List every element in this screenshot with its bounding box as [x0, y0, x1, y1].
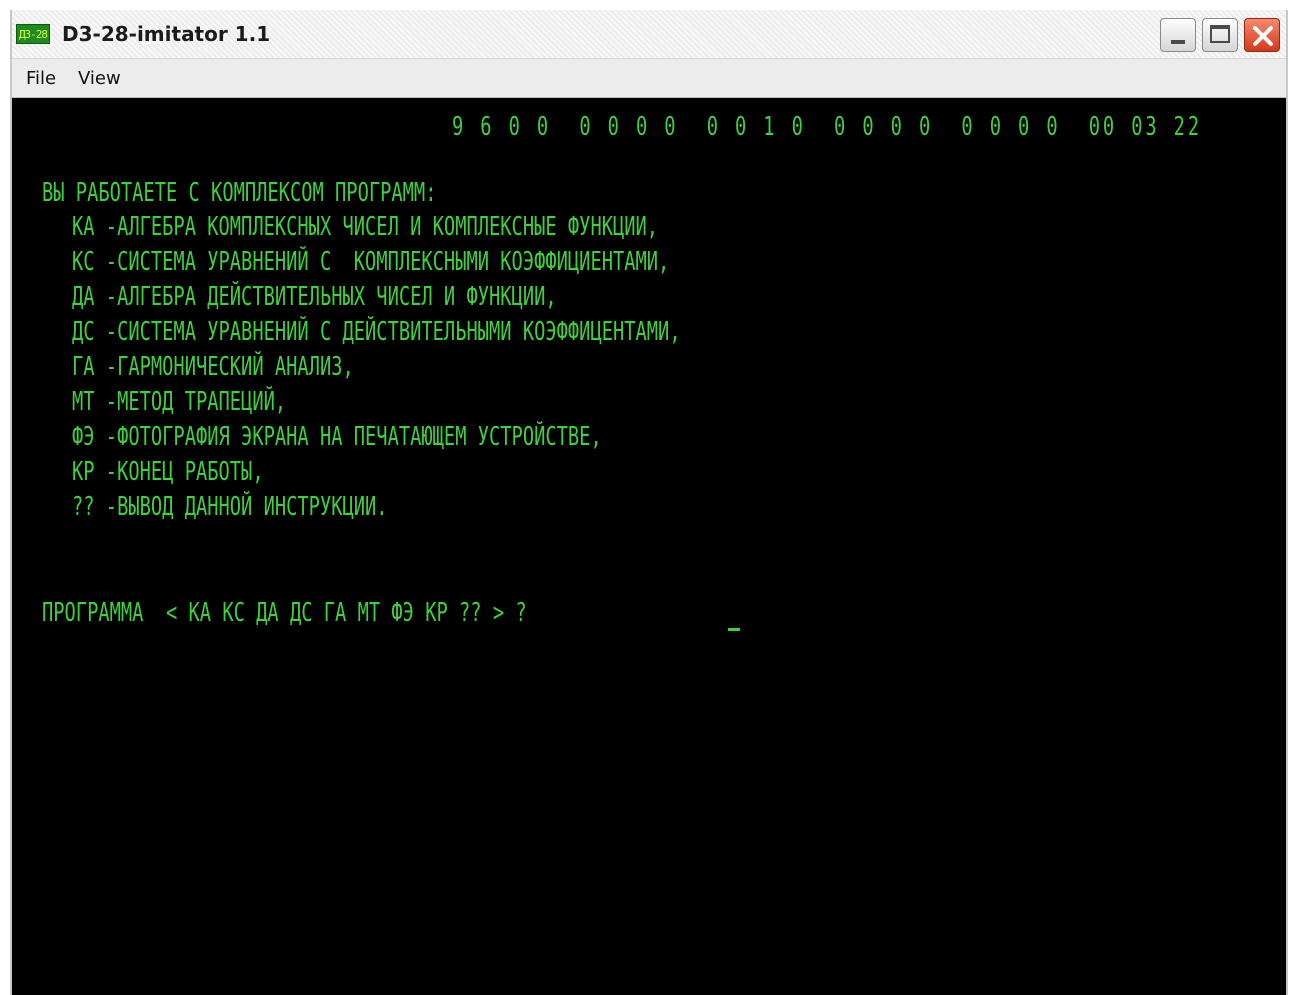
program-item: ГА -ГАРМОНИЧЕСКИЙ АНАЛИЗ,	[72, 352, 354, 382]
minimize-button[interactable]	[1160, 18, 1196, 52]
window-title: D3-28-imitator 1.1	[62, 22, 271, 46]
app-window: Д3-28 D3-28-imitator 1.1 File View 9 6 0…	[10, 10, 1288, 995]
maximize-icon	[1210, 25, 1230, 43]
terminal-screen[interactable]: 9 6 0 0 0 0 0 0 0 0 1 0 0 0 0 0 0 0 0 0 …	[12, 98, 1286, 995]
title-bar[interactable]: Д3-28 D3-28-imitator 1.1	[12, 10, 1286, 59]
close-button[interactable]	[1244, 18, 1280, 52]
status-line: 9 6 0 0 0 0 0 0 0 0 1 0 0 0 0 0 0 0 0 0 …	[452, 112, 1202, 142]
program-item: МТ -МЕТОД ТРАПЕЦИЙ,	[72, 387, 287, 417]
menu-file[interactable]: File	[26, 68, 56, 89]
text-cursor	[728, 628, 740, 631]
close-icon	[1253, 26, 1273, 46]
program-prompt: ПРОГРАММА < КА КС ДА ДС ГА МТ ФЭ КР ?? >…	[42, 598, 527, 628]
program-item: ДС -СИСТЕМА УРАВНЕНИЙ С ДЕЙСТВИТЕЛЬНЫМИ …	[72, 317, 681, 347]
program-item: ?? -ВЫВОД ДАННОЙ ИНСТРУКЦИИ.	[72, 492, 388, 522]
program-item: КС -СИСТЕМА УРАВНЕНИЙ С КОМПЛЕКСНЫМИ КОЭ…	[72, 247, 670, 277]
menu-view[interactable]: View	[78, 68, 121, 89]
program-item: КР -КОНЕЦ РАБОТЫ,	[72, 457, 264, 487]
program-item: ФЭ -ФОТОГРАФИЯ ЭКРАНА НА ПЕЧАТАЮЩЕМ УСТР…	[72, 422, 602, 452]
program-item: КА -АЛГЕБРА КОМПЛЕКСНЫХ ЧИСЕЛ И КОМПЛЕКС…	[72, 212, 659, 242]
program-item: ДА -АЛГЕБРА ДЕЙСТВИТЕЛЬНЫХ ЧИСЕЛ И ФУНКЦ…	[72, 282, 557, 312]
program-list-header: ВЫ РАБОТАЕТЕ С КОМПЛЕКСОМ ПРОГРАММ:	[42, 178, 437, 208]
maximize-button[interactable]	[1202, 18, 1238, 52]
minimize-icon	[1171, 40, 1185, 44]
app-icon: Д3-28	[16, 24, 50, 44]
menu-bar: File View	[12, 59, 1286, 98]
